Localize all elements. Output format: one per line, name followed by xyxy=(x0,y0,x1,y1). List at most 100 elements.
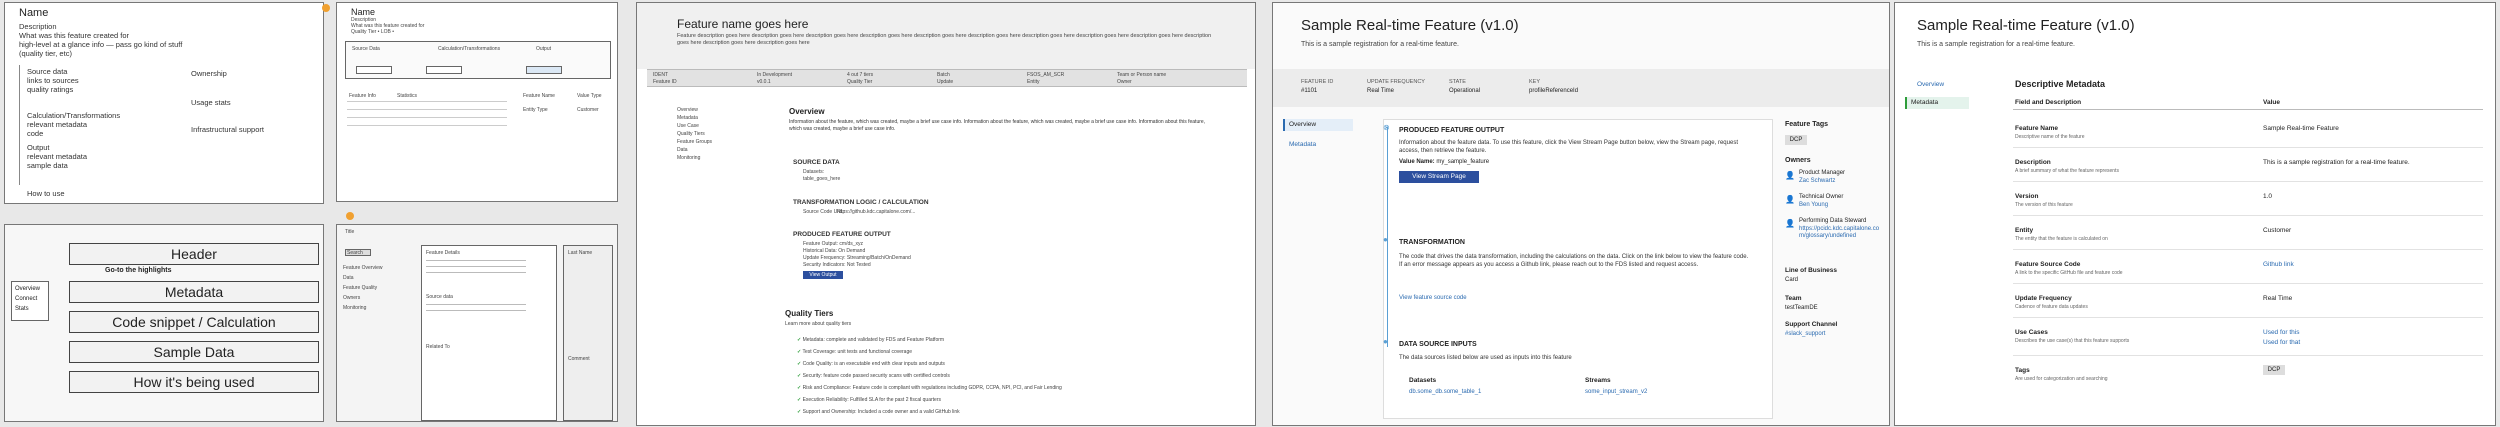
p6-out-h: PRODUCED FEATURE OUTPUT xyxy=(1399,127,1505,134)
p5-check: Execution Reliability: Fulfilled SLA for… xyxy=(802,397,941,403)
avatar-icon: 👤 xyxy=(1785,171,1795,180)
p5-out-h: PRODUCED FEATURE OUTPUT xyxy=(793,231,891,238)
p6-stream-link[interactable]: some_input_stream_v2 xyxy=(1585,389,1647,395)
p6-vn-v: my_sample_feature xyxy=(1436,159,1490,165)
p5-out: Update Frequency: Streaming/Batch/OnDema… xyxy=(803,255,911,261)
p5-check: Test Coverage: unit tests and functional… xyxy=(802,349,913,355)
p6-dataset-link[interactable]: db.some_db.some_table_1 xyxy=(1409,389,1481,395)
p5-check: Support and Ownership: Included a code o… xyxy=(802,409,960,415)
p3-tab[interactable]: Source Data xyxy=(352,46,380,52)
p5-check: Security: feature code passed security s… xyxy=(802,373,950,379)
p1-link[interactable]: links to sources xyxy=(27,76,79,85)
p6-source-link[interactable]: View feature source code xyxy=(1399,295,1467,301)
meta-key: STATE xyxy=(1449,79,1466,85)
p5-out: Feature Output: cm/ds_xyz xyxy=(803,241,864,247)
sketch-metadata: Metadata xyxy=(69,281,319,303)
meta-val: Team or Person name xyxy=(1117,72,1167,78)
p1-section: Source data xyxy=(27,67,68,76)
sketch-usage: How it's being used xyxy=(69,371,319,393)
p7-nav-metadata[interactable]: Metadata xyxy=(1911,99,1938,106)
p4-search-label: Search xyxy=(347,250,363,256)
p5-meta-bar: IDENT Feature ID In Development v0.0.1 4 o… xyxy=(647,69,1247,87)
p1-right: Ownership xyxy=(191,69,227,78)
p5-nav[interactable]: Overview xyxy=(677,107,698,113)
p3-btn[interactable] xyxy=(426,66,462,74)
step-icon: ⊗ xyxy=(1383,123,1390,132)
p6-nav-overview[interactable]: Overview xyxy=(1289,121,1316,128)
meta-key: v0.0.1 xyxy=(757,79,771,85)
p5-nav[interactable]: Monitoring xyxy=(677,155,700,161)
p5-nav[interactable]: Use Case xyxy=(677,123,699,129)
github-link[interactable]: Github link xyxy=(2263,261,2294,268)
p3-col: Statistics xyxy=(397,93,418,99)
view-stream-button[interactable]: View Stream Page xyxy=(1399,171,1479,183)
p5-out: Historical Data: On Demand xyxy=(803,248,866,254)
meta-key: FEATURE ID xyxy=(1301,79,1334,85)
p4-nav[interactable]: Feature Overview xyxy=(343,265,382,271)
usecase-link[interactable]: Used for that xyxy=(2263,339,2300,346)
p1-desc-line: high-level at a glance info — pass go ki… xyxy=(19,40,183,49)
p6-sub: This is a sample registration for a real… xyxy=(1301,41,1459,48)
meta-key: Owner xyxy=(1117,79,1132,85)
owner-role: Product Manager xyxy=(1799,170,1846,176)
p4-nav[interactable]: Monitoring xyxy=(343,305,366,311)
p6-lob-h: Line of Business xyxy=(1785,267,1838,274)
usecase-link[interactable]: Used for this xyxy=(2263,329,2300,336)
check-icon: ✓ xyxy=(797,409,802,415)
p6-sup-link[interactable]: #slack_support xyxy=(1785,331,1825,337)
p6-ds-h: DATA SOURCE INPUTS xyxy=(1399,341,1477,348)
p5-tr-h: TRANSFORMATION LOGIC / CALCULATION xyxy=(793,199,929,206)
p6-nav-metadata[interactable]: Metadata xyxy=(1289,141,1316,148)
p5-nav[interactable]: Data xyxy=(677,147,688,153)
owner-link[interactable]: https://pcidc.kdc.capitalone.com/glossar… xyxy=(1799,226,1881,240)
p3-sub: Quality Tier • LOB • xyxy=(351,29,394,35)
p1-section: quality ratings xyxy=(27,85,74,94)
p6-out-d: Information about the feature data. To u… xyxy=(1399,140,1738,154)
check-icon: ✓ xyxy=(797,349,802,355)
p4-nav[interactable]: Data xyxy=(343,275,354,281)
p3-right: Feature Name xyxy=(523,93,555,99)
p4-label: Related To xyxy=(426,344,450,350)
p5-out-button[interactable]: View Output xyxy=(803,271,843,279)
owner-link[interactable]: Zac Schwartz xyxy=(1799,178,1835,184)
p6-tags-h: Feature Tags xyxy=(1785,121,1829,128)
p5-qt-link[interactable]: Learn more about quality tiers xyxy=(785,321,851,327)
meta-val: In Development xyxy=(757,72,793,78)
p1-section: Calculation/Transformations xyxy=(27,111,121,120)
meta-val: profileReferenceId xyxy=(1529,88,1579,94)
p3-btn[interactable] xyxy=(526,66,562,74)
p1-link[interactable]: sample data xyxy=(27,161,68,170)
p6-ds-c2: Streams xyxy=(1585,377,1611,384)
p3-right: Value Type xyxy=(577,93,602,99)
p7-col2: Value xyxy=(2263,99,2280,106)
p5-src-link[interactable]: table_goes_here xyxy=(803,176,840,182)
p5-nav[interactable]: Metadata xyxy=(677,115,698,121)
p3-tabs: Source Data Calculation/Transformations … xyxy=(345,41,611,79)
p4-nav[interactable]: Feature Quality xyxy=(343,285,377,291)
p5-src-l: Datasets: xyxy=(803,169,825,175)
p7-nav-overview[interactable]: Overview xyxy=(1917,81,1944,88)
p3-title: Name xyxy=(351,7,376,17)
p1-title: Name xyxy=(19,7,49,19)
p1-desc-line: (quality tier, etc) xyxy=(19,49,72,58)
p5-nav[interactable]: Feature Groups xyxy=(677,139,712,145)
tag-chip[interactable]: DCP xyxy=(2263,365,2285,375)
check-icon: ✓ xyxy=(797,385,802,391)
p1-section: relevant metadata xyxy=(27,120,88,129)
check-icon: ✓ xyxy=(797,361,802,367)
p3-tab[interactable]: Calculation/Transformations xyxy=(438,46,500,52)
p3-tab[interactable]: Output xyxy=(536,46,551,52)
p4-nav[interactable]: Owners xyxy=(343,295,360,301)
p4-title: Title xyxy=(345,229,355,235)
p5-tr-link[interactable]: https://github.kdc.capitalone.com/... xyxy=(837,209,915,215)
p5-out: Security Indicators: Not Tested xyxy=(803,262,871,268)
p5-nav[interactable]: Quality Tiers xyxy=(677,131,705,137)
p3-btn[interactable] xyxy=(356,66,392,74)
p6-sup-h: Support Channel xyxy=(1785,321,1838,328)
nav-item: Stats xyxy=(15,306,29,312)
p1-link[interactable]: code xyxy=(27,129,43,138)
p6-vn-l: Value Name: xyxy=(1399,159,1435,165)
p5-check: Metadata: complete and validated by FDS … xyxy=(802,337,945,343)
owner-link[interactable]: Ben Young xyxy=(1799,202,1828,208)
tag-chip[interactable]: DCP xyxy=(1785,135,1807,145)
